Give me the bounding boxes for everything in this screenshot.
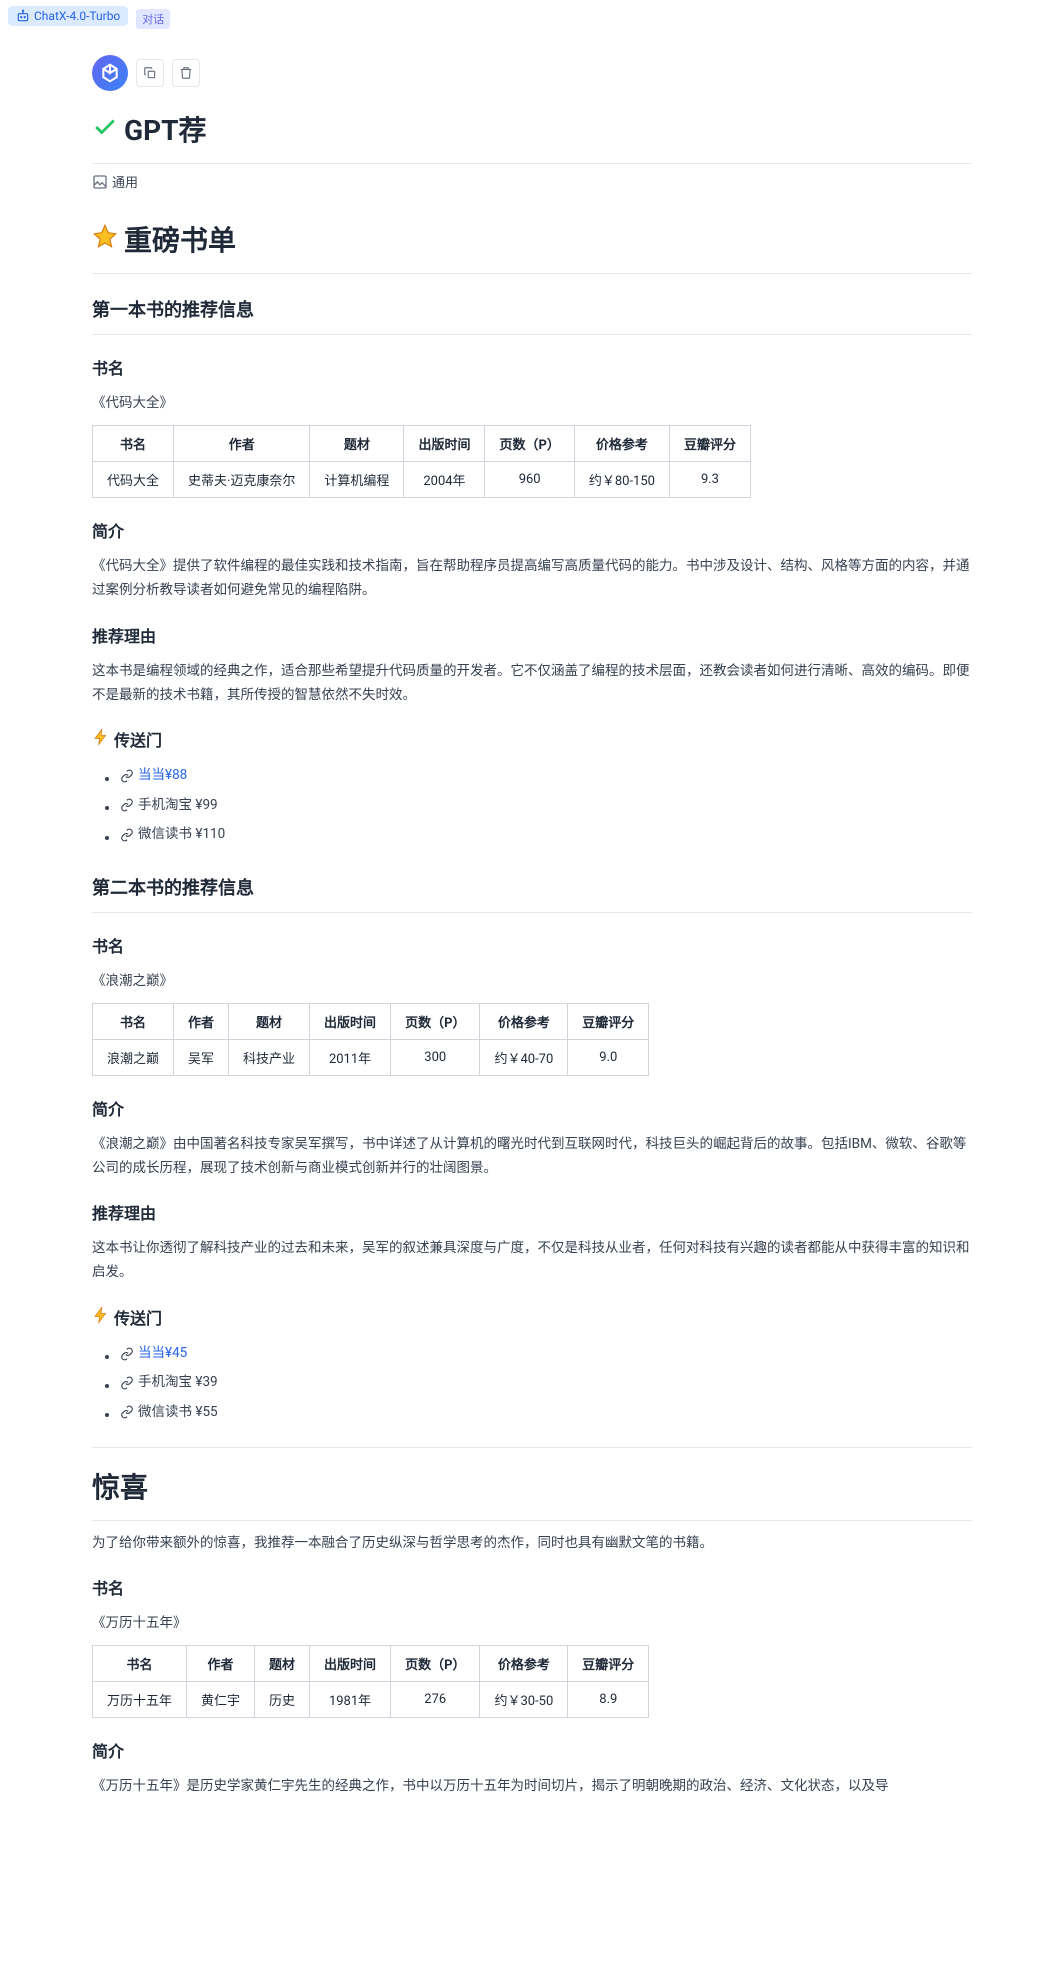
book1-table: 书名 作者 题材 出版时间 页数（P） 价格参考 豆瓣评分 代码大全 史蒂夫·迈…: [92, 425, 751, 498]
book2-reason: 这本书让你透彻了解科技产业的过去和未来，吴军的叙述兼具深度与广度，不仅是科技从业…: [92, 1236, 972, 1285]
divider: [92, 163, 972, 164]
heading-book2-section: 第二本书的推荐信息: [92, 874, 972, 900]
weread-text: 微信读书 ¥110: [138, 822, 225, 848]
dangdang-link[interactable]: 当当¥88: [138, 763, 187, 789]
bolt-icon: [92, 1306, 110, 1328]
link-icon: [120, 1347, 134, 1361]
dangdang-link[interactable]: 当当¥45: [138, 1341, 187, 1367]
th-pages: 页数（P）: [391, 1646, 480, 1682]
th-price: 价格参考: [574, 426, 669, 462]
link-icon: [120, 1405, 134, 1419]
table-header-row: 书名 作者 题材 出版时间 页数（P） 价格参考 豆瓣评分: [93, 1003, 649, 1039]
tab-bar: ChatX-4.0-Turbo 对话: [0, 0, 1064, 35]
divider: [92, 273, 972, 274]
divider: [92, 334, 972, 335]
list-item: 微信读书 ¥110: [120, 822, 972, 851]
th-pages: 页数（P）: [391, 1003, 480, 1039]
th-price: 价格参考: [480, 1646, 568, 1682]
heading-book-name: 书名: [92, 355, 972, 379]
table-header-row: 书名 作者 题材 出版时间 页数（P） 价格参考 豆瓣评分: [93, 1646, 649, 1682]
heading-booklist: 重磅书单: [92, 219, 972, 259]
th-subject: 题材: [229, 1003, 310, 1039]
table-row: 代码大全 史蒂夫·迈克康奈尔 计算机编程 2004年 960 约￥80-150 …: [93, 462, 751, 498]
heading-book-name: 书名: [92, 933, 972, 957]
th-rating: 豆瓣评分: [568, 1646, 649, 1682]
message-header: [92, 55, 972, 91]
delete-button[interactable]: [172, 59, 200, 87]
th-author: 作者: [174, 426, 310, 462]
divider: [92, 1520, 972, 1521]
th-subject: 题材: [255, 1646, 310, 1682]
divider: [92, 912, 972, 913]
heading-portal: 传送门: [92, 727, 972, 751]
th-pubtime: 出版时间: [404, 426, 485, 462]
list-item: 微信读书 ¥55: [120, 1400, 972, 1429]
conversation-badge: 对话: [136, 9, 170, 29]
heading-intro: 简介: [92, 1096, 972, 1120]
th-subject: 题材: [310, 426, 404, 462]
book2-table: 书名 作者 题材 出版时间 页数（P） 价格参考 豆瓣评分 浪潮之巅 吴军 科技…: [92, 1003, 649, 1076]
list-item: 手机淘宝 ¥99: [120, 793, 972, 822]
list-item: 当当¥45: [120, 1341, 972, 1370]
table-row: 万历十五年 黄仁宇 历史 1981年 276 约￥30-50 8.9: [93, 1682, 649, 1718]
th-pubtime: 出版时间: [310, 1003, 391, 1039]
link-icon: [120, 769, 134, 783]
book1-links: 当当¥88 手机淘宝 ¥99 微信读书 ¥110: [92, 763, 972, 851]
heading-gpt: GPT荐: [92, 109, 972, 149]
model-tab-label: ChatX-4.0-Turbo: [34, 9, 120, 23]
book2-links: 当当¥45 手机淘宝 ¥39 微信读书 ¥55: [92, 1341, 972, 1429]
assistant-avatar: [92, 55, 128, 91]
th-rating: 豆瓣评分: [669, 426, 750, 462]
book1-reason: 这本书是编程领域的经典之作，适合那些希望提升代码质量的开发者。它不仅涵盖了编程的…: [92, 659, 972, 708]
weread-text: 微信读书 ¥55: [138, 1400, 218, 1426]
table-header-row: 书名 作者 题材 出版时间 页数（P） 价格参考 豆瓣评分: [93, 426, 751, 462]
th-author: 作者: [174, 1003, 229, 1039]
heading-portal: 传送门: [92, 1305, 972, 1329]
trash-icon: [179, 66, 193, 80]
th-name: 书名: [93, 1646, 187, 1682]
book2-title: 《浪潮之巅》: [92, 969, 972, 989]
surprise-desc: 《万历十五年》是历史学家黄仁宇先生的经典之作，书中以万历十五年为时间切片，揭示了…: [92, 1774, 972, 1798]
surprise-intro: 为了给你带来额外的惊喜，我推荐一本融合了历史纵深与哲学思考的杰作，同时也具有幽默…: [92, 1531, 972, 1555]
taobao-text: 手机淘宝 ¥99: [138, 793, 218, 819]
taobao-text: 手机淘宝 ¥39: [138, 1370, 218, 1396]
link-icon: [120, 1376, 134, 1390]
th-pages: 页数（P）: [485, 426, 574, 462]
copy-icon: [143, 66, 157, 80]
heading-surprise: 惊喜: [92, 1466, 972, 1506]
check-icon: [92, 113, 118, 146]
th-price: 价格参考: [480, 1003, 568, 1039]
copy-button[interactable]: [136, 59, 164, 87]
heading-book-name: 书名: [92, 1575, 972, 1599]
broken-image-icon: [92, 174, 108, 190]
book2-intro: 《浪潮之巅》由中国著名科技专家吴军撰写，书中详述了从计算机的曙光时代到互联网时代…: [92, 1132, 972, 1181]
surprise-title: 《万历十五年》: [92, 1611, 972, 1631]
link-icon: [120, 798, 134, 812]
heading-intro: 简介: [92, 518, 972, 542]
th-name: 书名: [93, 426, 174, 462]
message-content: GPT荐 通用 重磅书单 第一本书的推荐信息 书名 《代码大全》 书名 作者 题…: [72, 55, 992, 1799]
list-item: 当当¥88: [120, 763, 972, 792]
divider: [92, 1447, 972, 1448]
link-icon: [120, 828, 134, 842]
star-icon: [92, 223, 118, 256]
bolt-icon: [92, 728, 110, 750]
book1-intro: 《代码大全》提供了软件编程的最佳实践和技术指南，旨在帮助程序员提高编写高质量代码…: [92, 554, 972, 603]
broken-image: 通用: [92, 172, 138, 191]
model-tab[interactable]: ChatX-4.0-Turbo: [8, 6, 128, 26]
heading-book1-section: 第一本书的推荐信息: [92, 296, 972, 322]
th-author: 作者: [187, 1646, 255, 1682]
th-name: 书名: [93, 1003, 174, 1039]
list-item: 手机淘宝 ¥39: [120, 1370, 972, 1399]
book1-title: 《代码大全》: [92, 391, 972, 411]
heading-reason: 推荐理由: [92, 623, 972, 647]
heading-reason: 推荐理由: [92, 1200, 972, 1224]
robot-icon: [16, 9, 30, 23]
th-pubtime: 出版时间: [310, 1646, 391, 1682]
th-rating: 豆瓣评分: [568, 1003, 649, 1039]
surprise-table: 书名 作者 题材 出版时间 页数（P） 价格参考 豆瓣评分 万历十五年 黄仁宇 …: [92, 1645, 649, 1718]
table-row: 浪潮之巅 吴军 科技产业 2011年 300 约￥40-70 9.0: [93, 1039, 649, 1075]
heading-intro: 简介: [92, 1738, 972, 1762]
